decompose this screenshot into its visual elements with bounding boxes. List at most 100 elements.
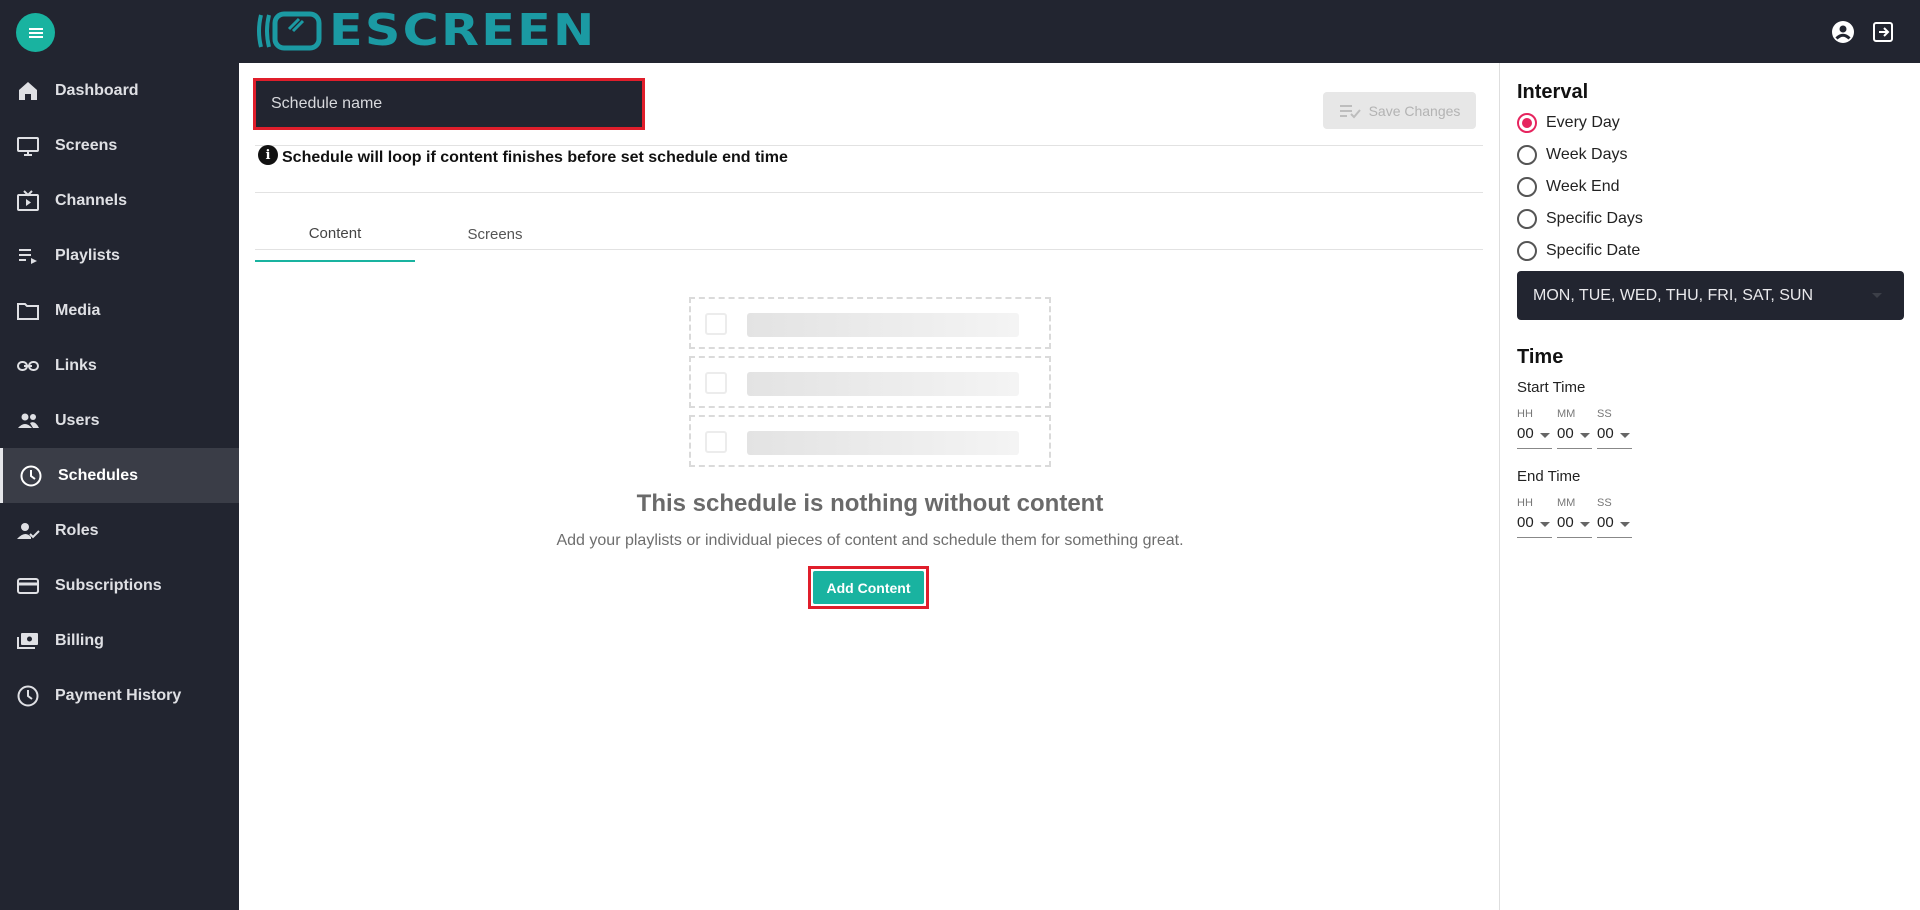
select-value: 00 [1517,514,1534,531]
link-icon [17,361,39,371]
users-icon [18,413,39,428]
select-value: 00 [1597,425,1614,442]
sidebar: Dashboard Screens Channels Playlists Med… [0,63,239,910]
select-value: 00 [1557,514,1574,531]
sidebar-item-roles[interactable]: Roles [0,503,239,558]
sidebar-item-label: Media [55,301,101,319]
logo-text: ESCREEN [329,5,597,56]
minutes-unit: MM [1557,408,1576,420]
chevron-down-icon [1540,433,1550,438]
sidebar-item-channels[interactable]: Channels [0,173,239,228]
sidebar-item-screens[interactable]: Screens [0,118,239,173]
sidebar-item-label: Payment History [55,686,182,704]
radio-label: Every Day [1546,114,1620,131]
radio-button[interactable] [1517,177,1537,197]
sidebar-item-subscriptions[interactable]: Subscriptions [0,558,239,613]
account-circle-icon[interactable] [1831,20,1855,44]
placeholder-bar [747,372,1019,396]
divider [255,145,1483,146]
hours-unit: HH [1517,408,1533,420]
select-value: 00 [1557,425,1574,442]
sidebar-item-label: Billing [55,631,104,649]
radio-button[interactable] [1517,145,1537,165]
image-icon [705,313,727,335]
checklist-icon [1339,104,1361,118]
end-minutes-select[interactable]: 00 [1557,514,1592,538]
sidebar-item-label: Schedules [58,466,139,484]
document-icon [705,431,727,453]
radio-label: Week End [1546,178,1620,195]
placeholder-bar [747,313,1019,337]
interval-option-every-day[interactable]: Every Day [1517,113,1620,133]
schedule-settings-panel: Interval Every Day Week Days Week End Sp… [1499,63,1920,910]
sidebar-item-playlists[interactable]: Playlists [0,228,239,283]
days-select-value: MON, TUE, WED, THU, FRI, SAT, SUN [1533,286,1814,304]
sidebar-item-label: Links [55,356,97,374]
chevron-down-icon [1620,433,1630,438]
sidebar-item-payment-history[interactable]: Payment History [0,668,239,723]
select-value: 00 [1517,425,1534,442]
sidebar-item-label: Users [55,411,100,429]
schedule-name-input[interactable] [256,81,642,127]
chevron-down-icon [1620,522,1630,527]
home-icon [19,82,37,100]
billing-icon [17,633,38,649]
divider [255,192,1483,193]
sidebar-item-label: Subscriptions [55,576,162,594]
start-seconds-select[interactable]: 00 [1597,425,1632,449]
main-content: Save Changes i Schedule will loop if con… [239,63,1499,910]
sidebar-item-label: Roles [55,521,99,539]
chevron-down-icon [1872,293,1882,298]
sidebar-item-schedules[interactable]: Schedules [0,448,239,503]
history-icon [17,685,39,707]
monitor-icon [17,137,39,156]
chevron-down-icon [1540,522,1550,527]
placeholder-bar [747,431,1019,455]
sidebar-item-label: Screens [55,136,118,154]
end-seconds-select[interactable]: 00 [1597,514,1632,538]
sidebar-item-billing[interactable]: Billing [0,613,239,668]
chevron-down-icon [1580,433,1590,438]
start-hours-select[interactable]: 00 [1517,425,1552,449]
sidebar-item-users[interactable]: Users [0,393,239,448]
radio-label: Week Days [1546,146,1628,163]
interval-option-week-end[interactable]: Week End [1517,177,1620,197]
info-text: Schedule will loop if content finishes b… [282,149,788,166]
tab-content[interactable]: Content [255,206,415,262]
sidebar-item-links[interactable]: Links [0,338,239,393]
video-icon [705,372,727,394]
radio-label: Specific Date [1546,242,1641,259]
save-changes-button[interactable]: Save Changes [1323,92,1476,129]
end-time-label: End Time [1517,468,1581,485]
user-check-icon [17,523,40,539]
radio-button[interactable] [1517,113,1537,133]
empty-state-title: This schedule is nothing without content [636,490,1104,517]
interval-option-week-days[interactable]: Week Days [1517,145,1628,165]
hours-unit: HH [1517,497,1533,509]
radio-button[interactable] [1517,241,1537,261]
tab-screens[interactable]: Screens [415,206,575,262]
interval-option-specific-days[interactable]: Specific Days [1517,209,1643,229]
seconds-unit: SS [1597,408,1612,420]
hamburger-icon[interactable] [16,13,55,52]
interval-title: Interval [1517,81,1589,103]
interval-option-specific-date[interactable]: Specific Date [1517,241,1640,261]
end-hours-select[interactable]: 00 [1517,514,1552,538]
start-minutes-select[interactable]: 00 [1557,425,1592,449]
schedule-name-field-wrapper [253,78,645,130]
sidebar-item-media[interactable]: Media [0,283,239,338]
select-value: 00 [1597,514,1614,531]
sidebar-item-dashboard[interactable]: Dashboard [0,63,239,118]
start-time-label: Start Time [1517,379,1586,396]
add-content-button[interactable]: Add Content [813,571,924,604]
info-icon: i [258,145,278,165]
loop-info-notice: i Schedule will loop if content finishes… [258,145,788,167]
sidebar-item-label: Playlists [55,246,120,264]
logout-icon[interactable] [1871,20,1895,44]
days-select[interactable]: MON, TUE, WED, THU, FRI, SAT, SUN [1517,271,1904,320]
chevron-down-icon [1580,522,1590,527]
credit-card-icon [17,578,39,594]
radio-button[interactable] [1517,209,1537,229]
tab-label: Content [308,224,362,242]
content-placeholder-document [689,415,1051,467]
